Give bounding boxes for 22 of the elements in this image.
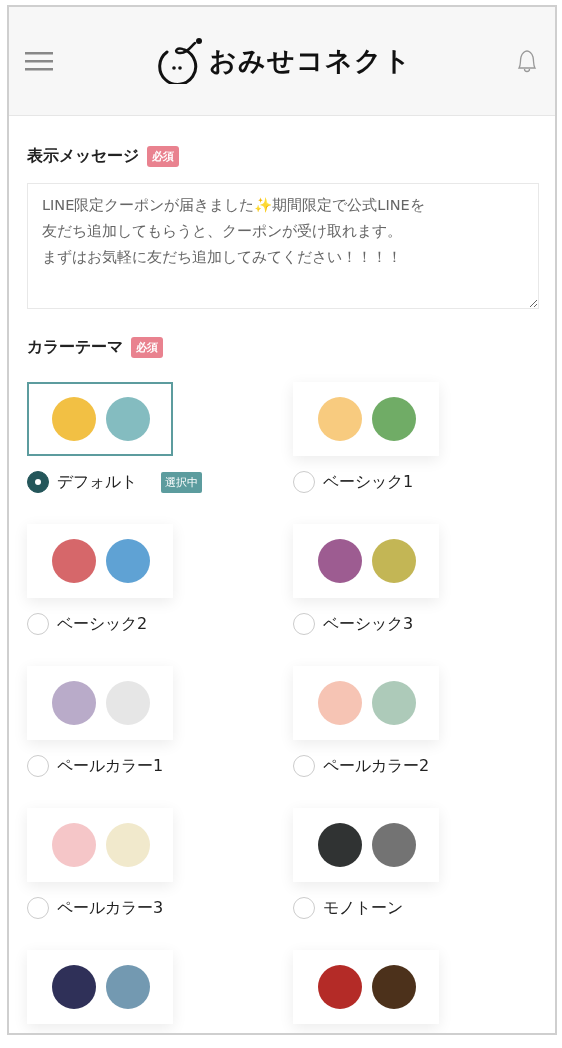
field-label: 表示メッセージ [27,146,139,167]
app-name: おみせコネクト [208,44,412,78]
theme-card[interactable] [27,950,173,1024]
theme-name: ペールカラー3 [57,897,164,919]
theme-name: ベーシック1 [323,471,414,493]
theme-card[interactable] [293,808,439,882]
menu-icon[interactable] [25,50,53,72]
smiley-logo-icon [156,38,203,84]
notification-bell-icon[interactable] [515,48,539,74]
theme-name: モノトーン [323,897,403,919]
theme-name: ベーシック2 [57,613,148,635]
field-label: カラーテーマ [27,337,123,358]
radio-button[interactable] [27,471,49,493]
selected-badge: 選択中 [161,471,202,493]
theme-name: デフォルト [57,471,137,493]
theme-name: ペールカラー2 [323,755,430,777]
required-badge: 必須 [147,146,179,167]
theme-name: ベーシック3 [323,613,414,635]
theme-card[interactable] [293,950,439,1024]
required-badge: 必須 [131,337,163,358]
theme-name: ペールカラー1 [57,755,164,777]
message-field[interactable]: LINE限定クーポンが届きました✨期間限定で公式LINEを 友だち追加してもらうと、クーポンが受け取れます。 まずはお気軽に友だち追加してみてください！！！！ [27,183,539,309]
